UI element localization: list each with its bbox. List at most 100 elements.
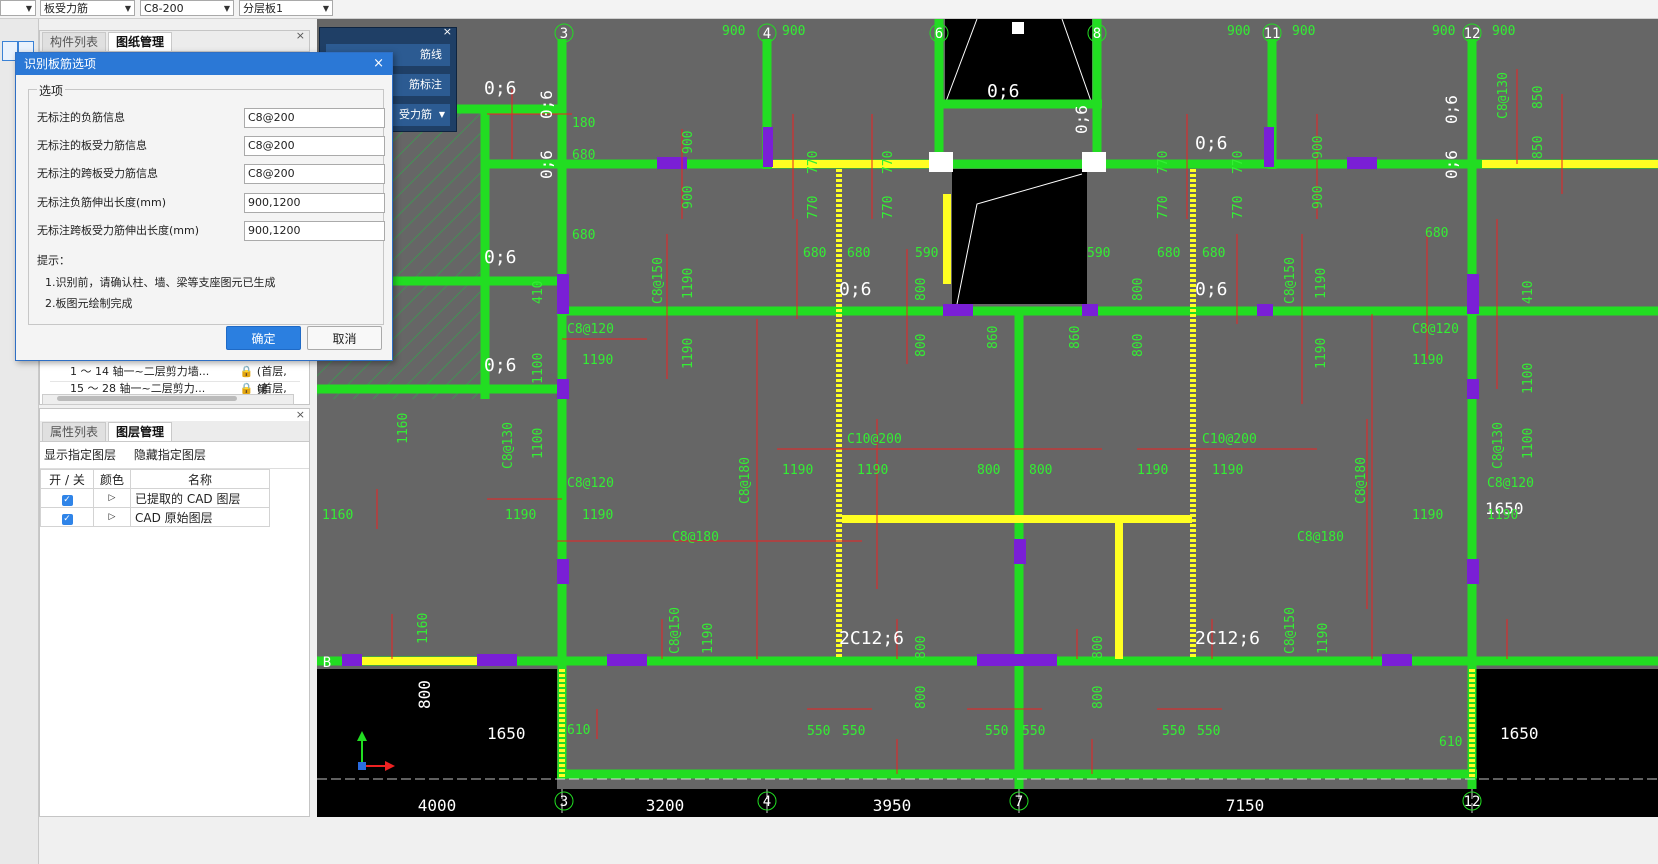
- ok-button[interactable]: 确定: [226, 326, 301, 350]
- dim-label: C8@180: [1297, 530, 1344, 545]
- cad-canvas[interactable]: 3 4 6 8 11 12 3 4 7 12 B 4000 3200 3950 …: [317, 19, 1658, 817]
- axis-label: 12: [1464, 26, 1481, 42]
- axis-label: 4: [763, 794, 771, 810]
- cancel-button[interactable]: 取消: [307, 326, 382, 350]
- close-icon[interactable]: ×: [296, 408, 305, 421]
- dim-label: 1190: [1487, 508, 1518, 523]
- dim-label: 1100: [1521, 428, 1536, 459]
- layer-name: CAD 原始图层: [130, 507, 270, 527]
- dim-label: 1190: [1137, 463, 1168, 478]
- rebar-text: 0;6: [484, 247, 517, 268]
- dim-label: 550: [1197, 724, 1220, 739]
- dim-label: 1190: [505, 508, 536, 523]
- negative-extension-label: 无标注负筋伸出长度(mm): [37, 196, 167, 209]
- options-group-label: 选项: [37, 82, 66, 99]
- dim-label: C8@150: [651, 257, 666, 304]
- dim-label: 680: [572, 148, 595, 163]
- table-row[interactable]: ✓ ▷ CAD 原始图层: [40, 507, 270, 527]
- dim-label: 1160: [322, 508, 353, 523]
- rebar-text: 0;6: [1442, 150, 1461, 179]
- tip-title: 提示：: [37, 254, 70, 267]
- rebar-text: 0;6: [537, 150, 556, 179]
- dim-label: 550: [985, 724, 1008, 739]
- drawing-name: 1 ～ 14 轴一~二层剪力墙...: [70, 365, 210, 378]
- dim-label: C8@130: [1491, 422, 1506, 469]
- axis-label: 11: [1264, 26, 1281, 42]
- dim-label: 900: [681, 131, 696, 154]
- close-icon[interactable]: ×: [296, 29, 305, 42]
- dim-label: 590: [1087, 246, 1110, 261]
- show-layer-button[interactable]: 显示指定图层: [44, 448, 116, 462]
- scrollbar-thumb[interactable]: [57, 396, 237, 401]
- dim-label: 610: [1439, 735, 1462, 750]
- dim-label: C8@120: [567, 322, 614, 337]
- hide-layer-button[interactable]: 隐藏指定图层: [134, 448, 206, 462]
- checkbox-checked-icon[interactable]: ✓: [61, 494, 73, 506]
- dim-label: 1190: [1314, 338, 1329, 369]
- slab-rebar-input[interactable]: C8@200: [244, 136, 385, 156]
- dim-label: 550: [842, 724, 865, 739]
- layer-table: 开 / 关 颜色 名称 ✓ ▷ 已提取的 CAD 图层 ✓ ▷ CAD 原始图层: [40, 469, 270, 527]
- dim-label: 1100: [1521, 363, 1536, 394]
- tab-component-list[interactable]: 构件列表: [42, 32, 107, 51]
- axis-label: 4: [763, 26, 771, 42]
- chevron-down-icon: ▼: [438, 110, 445, 119]
- dim-label: 550: [1162, 724, 1185, 739]
- layer-slab-select[interactable]: 分层板1 ▼: [239, 0, 333, 16]
- dim-label: 610: [567, 723, 590, 738]
- dim-label: 1190: [1412, 508, 1443, 523]
- component-name-select[interactable]: C8-200 ▼: [140, 0, 234, 16]
- dim-label: C8@150: [1283, 607, 1298, 654]
- dim-label: 1160: [396, 413, 411, 444]
- dim-label: 770: [1231, 196, 1246, 219]
- dim-label: 1100: [531, 428, 546, 459]
- cross-slab-extension-input[interactable]: 900,1200: [244, 221, 385, 241]
- options-group: 选项 无标注的负筋信息 C8@200 无标注的板受力筋信息 C8@200 无标注…: [28, 82, 385, 325]
- tip-line: 2.板图元绘制完成: [45, 297, 133, 310]
- expand-arrow-icon[interactable]: ▷: [93, 507, 131, 527]
- rebar-text: 0;6: [484, 78, 517, 99]
- status-strip: [317, 817, 1658, 864]
- dim-label: 800: [977, 463, 1000, 478]
- dim-text: 7150: [1226, 796, 1265, 815]
- list-item[interactable]: 1 ～ 14 轴一~二层剪力墙... 🔒 (首层,第:: [50, 363, 300, 396]
- axis-label: 3: [560, 794, 568, 810]
- dim-label: 800: [1131, 278, 1146, 301]
- negative-rebar-input[interactable]: C8@200: [244, 108, 385, 128]
- toolbar-combo-0[interactable]: ▼: [0, 0, 36, 16]
- dim-label: C8@120: [1487, 476, 1534, 491]
- dim-label: 550: [807, 724, 830, 739]
- dim-label: 800: [1131, 334, 1146, 357]
- expand-arrow-icon[interactable]: ▷: [93, 488, 131, 508]
- rebar-text: 0;6: [537, 90, 556, 119]
- dim-label: 1190: [582, 353, 613, 368]
- negative-extension-input[interactable]: 900,1200: [244, 193, 385, 213]
- horizontal-scrollbar[interactable]: [42, 394, 294, 405]
- dim-label: 900: [681, 186, 696, 209]
- dim-label: C8@130: [1496, 72, 1511, 119]
- dim-label: 800: [1091, 636, 1106, 659]
- dim-label: 1190: [681, 338, 696, 369]
- close-icon[interactable]: ×: [443, 25, 452, 38]
- dim-label: C10@200: [847, 432, 902, 447]
- table-row[interactable]: ✓ ▷ 已提取的 CAD 图层: [40, 488, 270, 508]
- close-icon[interactable]: ×: [373, 53, 384, 75]
- dim-label: 1190: [1314, 268, 1329, 299]
- tab-property-list[interactable]: 属性列表: [42, 422, 107, 441]
- tab-drawing-management[interactable]: 图纸管理: [108, 32, 173, 51]
- dim-label: 180: [572, 116, 595, 131]
- chevron-down-icon: ▼: [124, 4, 131, 13]
- dim-label: 1190: [857, 463, 888, 478]
- dim-label: 850: [1531, 136, 1546, 159]
- component-type-select[interactable]: 板受力筋 ▼: [40, 0, 135, 16]
- cross-slab-rebar-input[interactable]: C8@200: [244, 164, 385, 184]
- layer-actions: 显示指定图层 隐藏指定图层: [40, 442, 309, 469]
- dim-label: 410: [531, 281, 546, 304]
- dim-label: 1190: [582, 508, 613, 523]
- tab-layer-management[interactable]: 图层管理: [108, 422, 173, 441]
- component-type-value: 板受力筋: [44, 2, 88, 15]
- dim-text: 3200: [646, 796, 685, 815]
- checkbox-checked-icon[interactable]: ✓: [61, 513, 73, 525]
- slab-rebar-options-dialog: 识别板筋选项 × 选项 无标注的负筋信息 C8@200 无标注的板受力筋信息 C…: [15, 52, 393, 361]
- layer-panel: × 属性列表 图层管理 显示指定图层 隐藏指定图层 开 / 关 颜色 名称 ✓ …: [39, 408, 310, 817]
